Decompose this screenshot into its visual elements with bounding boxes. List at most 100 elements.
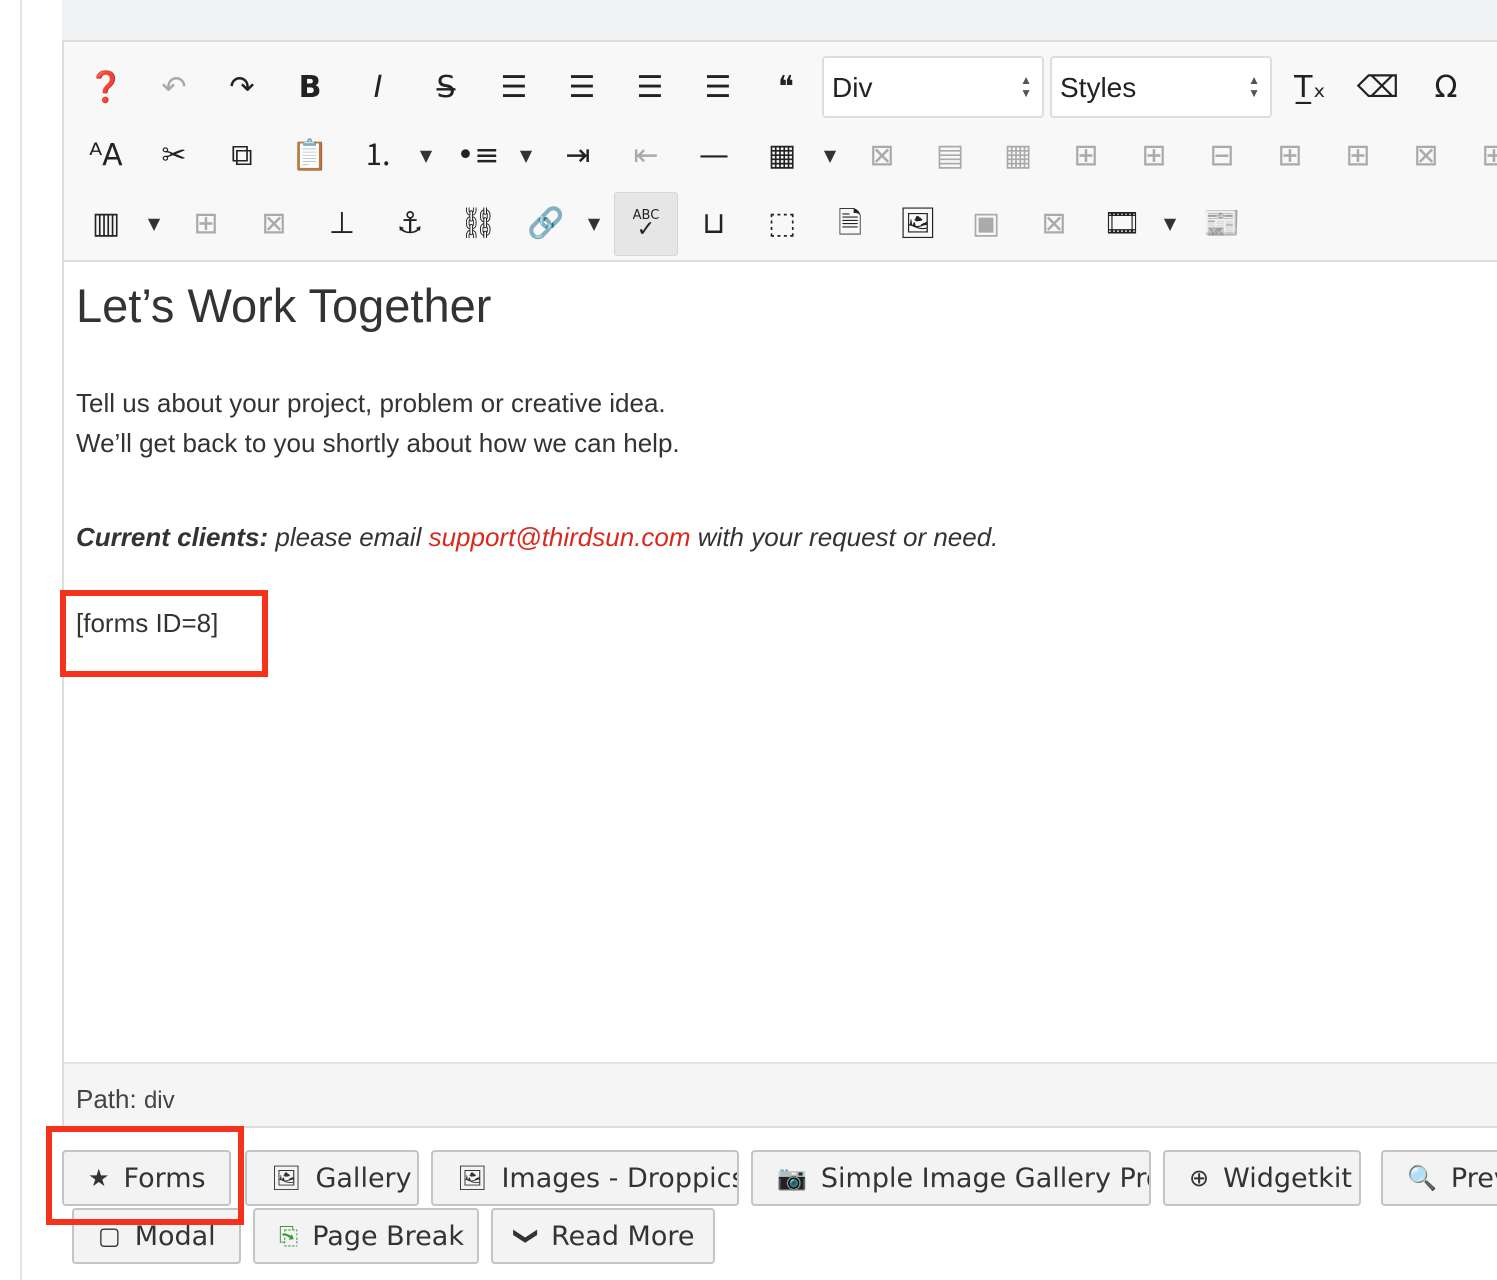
bold-icon[interactable]: B xyxy=(288,66,332,110)
format-select[interactable]: Div ▲ ▼ xyxy=(822,56,1044,118)
modal-icon: ▢ xyxy=(98,1222,121,1250)
table-cell-props-icon[interactable]: ▦ xyxy=(996,134,1040,178)
visual-blocks-icon[interactable]: ⬚ xyxy=(760,202,804,246)
button-label: Modal xyxy=(134,1220,216,1252)
clients-text: with your request or need. xyxy=(690,522,999,552)
paste-text-icon[interactable]: 📋 xyxy=(288,134,332,178)
gallery-button[interactable]: 🖼 Gallery xyxy=(245,1150,419,1206)
image-icon: 🖼 xyxy=(271,1164,302,1192)
outdent-icon[interactable]: ⇤ xyxy=(624,134,668,178)
spellcheck-icon[interactable]: ABC ✓ xyxy=(614,192,678,256)
special-char-icon[interactable]: Ω xyxy=(1424,66,1468,110)
align-left-icon[interactable]: ☰ xyxy=(628,66,672,110)
undo-icon[interactable]: ↶ xyxy=(152,66,196,110)
content-line: We’ll get back to you shortly about how … xyxy=(76,428,680,458)
insert-col-before-icon[interactable]: ⊞ xyxy=(1268,134,1312,178)
highlight-box xyxy=(60,590,268,677)
image-icon[interactable]: 🖼 xyxy=(896,202,940,246)
highlight-box xyxy=(46,1126,244,1225)
styles-select-value: Styles xyxy=(1060,72,1137,103)
styles-select[interactable]: Styles ▲ ▼ xyxy=(1050,56,1272,118)
rich-text-editor: Div ▲ ▼ Styles ▲ ▼ ❓ ↶ ↷ B I S̶ ☰ ☰ ☰ ☰ ❝ T̲ₓ ⌫ ΩᴬA ✂ ⧉ 📋 ⒈ ▼ •… xyxy=(62,40,1497,1128)
chevron-down-icon: ❯ xyxy=(513,1225,542,1247)
page-break-button[interactable]: ⎘ Page Break xyxy=(253,1208,479,1264)
unlink-icon[interactable]: ⛓ xyxy=(456,202,500,246)
page-break-icon: ⎘ xyxy=(279,1222,299,1250)
columns-icon[interactable]: ▥ xyxy=(84,202,128,246)
table-icon[interactable]: ▦ xyxy=(760,134,804,178)
path-label: Path: xyxy=(76,1084,137,1114)
numbered-list-icon[interactable]: ⒈ xyxy=(356,134,400,178)
path-bar: Path: div xyxy=(64,1062,1497,1126)
link-icon[interactable]: 🔗 xyxy=(524,202,568,246)
path-value[interactable]: div xyxy=(144,1087,175,1114)
document-icon[interactable]: 🗎 xyxy=(828,202,872,246)
image-delete-icon[interactable]: ⊠ xyxy=(1032,202,1076,246)
preview-button[interactable]: 🔍 Preview xyxy=(1381,1150,1497,1206)
dropdown-arrow-icon[interactable]: ▼ xyxy=(1160,202,1180,246)
template-icon[interactable]: 📰 xyxy=(1200,202,1244,246)
format-select-value: Div xyxy=(832,72,873,103)
button-label: Images - Droppics xyxy=(501,1162,739,1194)
simple-image-gallery-pro-button[interactable]: 📷 Simple Image Gallery Pro xyxy=(751,1150,1151,1206)
align-center-icon[interactable]: ☰ xyxy=(560,66,604,110)
nonbreaking-icon[interactable]: ⊔ xyxy=(692,202,736,246)
help-icon[interactable]: ❓ xyxy=(84,66,128,110)
cut-icon[interactable]: ✂ xyxy=(152,134,196,178)
cleanup-icon[interactable]: ⌫ xyxy=(1356,66,1400,110)
editor-toolbar: Div ▲ ▼ Styles ▲ ▼ ❓ ↶ ↷ B I S̶ ☰ ☰ ☰ ☰ ❝ T̲ₓ ⌫ ΩᴬA ✂ ⧉ 📋 ⒈ ▼ •… xyxy=(64,42,1497,262)
button-label: Simple Image Gallery Pro xyxy=(820,1162,1151,1194)
editor-content[interactable]: Let’s Work Together Tell us about your p… xyxy=(76,278,998,643)
indent-icon[interactable]: ⇥ xyxy=(556,134,600,178)
add-column-icon[interactable]: ⊞ xyxy=(184,202,228,246)
anchor-icon[interactable]: ⚓ xyxy=(388,202,432,246)
align-justify-icon[interactable]: ☰ xyxy=(492,66,536,110)
insert-row-after-icon[interactable]: ⊞ xyxy=(1132,134,1176,178)
support-email-link[interactable]: support@thirdsun.com xyxy=(429,522,691,552)
clients-text: please email xyxy=(268,522,429,552)
search-icon: 🔍 xyxy=(1407,1164,1437,1192)
plus-circle-icon: ⊕ xyxy=(1189,1164,1210,1192)
top-bar xyxy=(62,0,1497,40)
dropdown-arrow-icon[interactable]: ▼ xyxy=(584,202,604,246)
insert-icon[interactable]: ⊥ xyxy=(320,202,364,246)
button-label: Widgetkit xyxy=(1223,1162,1352,1194)
bullet-list-icon[interactable]: •≡ xyxy=(456,134,500,178)
dropdown-arrow-icon[interactable]: ▼ xyxy=(416,134,436,178)
remove-format-icon[interactable]: T̲ₓ xyxy=(1288,66,1332,110)
widgetkit-button[interactable]: ⊕ Widgetkit xyxy=(1163,1150,1361,1206)
table-row-props-icon[interactable]: ▤ xyxy=(928,134,972,178)
redo-icon[interactable]: ↷ xyxy=(220,66,264,110)
button-label: Page Break xyxy=(312,1220,464,1252)
font-size-icon[interactable]: ᴬA xyxy=(84,134,128,178)
strikethrough-icon[interactable]: S̶ xyxy=(424,66,468,110)
select-arrows-icon: ▲ ▼ xyxy=(1020,73,1032,100)
image-manager-icon[interactable]: ▣ xyxy=(964,202,1008,246)
insert-col-after-icon[interactable]: ⊞ xyxy=(1336,134,1380,178)
button-label: Gallery xyxy=(315,1162,412,1194)
delete-col-icon[interactable]: ⊠ xyxy=(1404,134,1448,178)
button-label: Read More xyxy=(551,1220,695,1252)
delete-row-icon[interactable]: ⊟ xyxy=(1200,134,1244,178)
camera-icon: 📷 xyxy=(777,1164,807,1192)
clients-paragraph: Current clients: please email support@th… xyxy=(76,517,998,557)
copy-icon[interactable]: ⧉ xyxy=(220,134,264,178)
select-arrows-icon: ▲ ▼ xyxy=(1248,73,1260,100)
images-droppics-button[interactable]: 🖼 Images - Droppics xyxy=(431,1150,739,1206)
horizontal-rule-icon[interactable]: — xyxy=(692,134,736,178)
button-label: Preview xyxy=(1450,1162,1497,1194)
split-cells-icon[interactable]: ⊞ xyxy=(1472,134,1497,178)
page-border xyxy=(20,0,22,1280)
content-heading: Let’s Work Together xyxy=(76,279,492,332)
dropdown-arrow-icon[interactable]: ▼ xyxy=(516,134,536,178)
media-icon[interactable]: 🎞 xyxy=(1100,202,1144,246)
read-more-button[interactable]: ❯ Read More xyxy=(491,1208,715,1264)
dropdown-arrow-icon[interactable]: ▼ xyxy=(144,202,164,246)
dropdown-arrow-icon[interactable]: ▼ xyxy=(820,134,840,178)
blockquote-icon[interactable]: ❝ xyxy=(764,66,808,110)
insert-row-before-icon[interactable]: ⊞ xyxy=(1064,134,1108,178)
align-right-icon[interactable]: ☰ xyxy=(696,66,740,110)
delete-column-icon[interactable]: ⊠ xyxy=(252,202,296,246)
italic-icon[interactable]: I xyxy=(356,66,400,110)
delete-table-icon[interactable]: ⊠ xyxy=(860,134,904,178)
